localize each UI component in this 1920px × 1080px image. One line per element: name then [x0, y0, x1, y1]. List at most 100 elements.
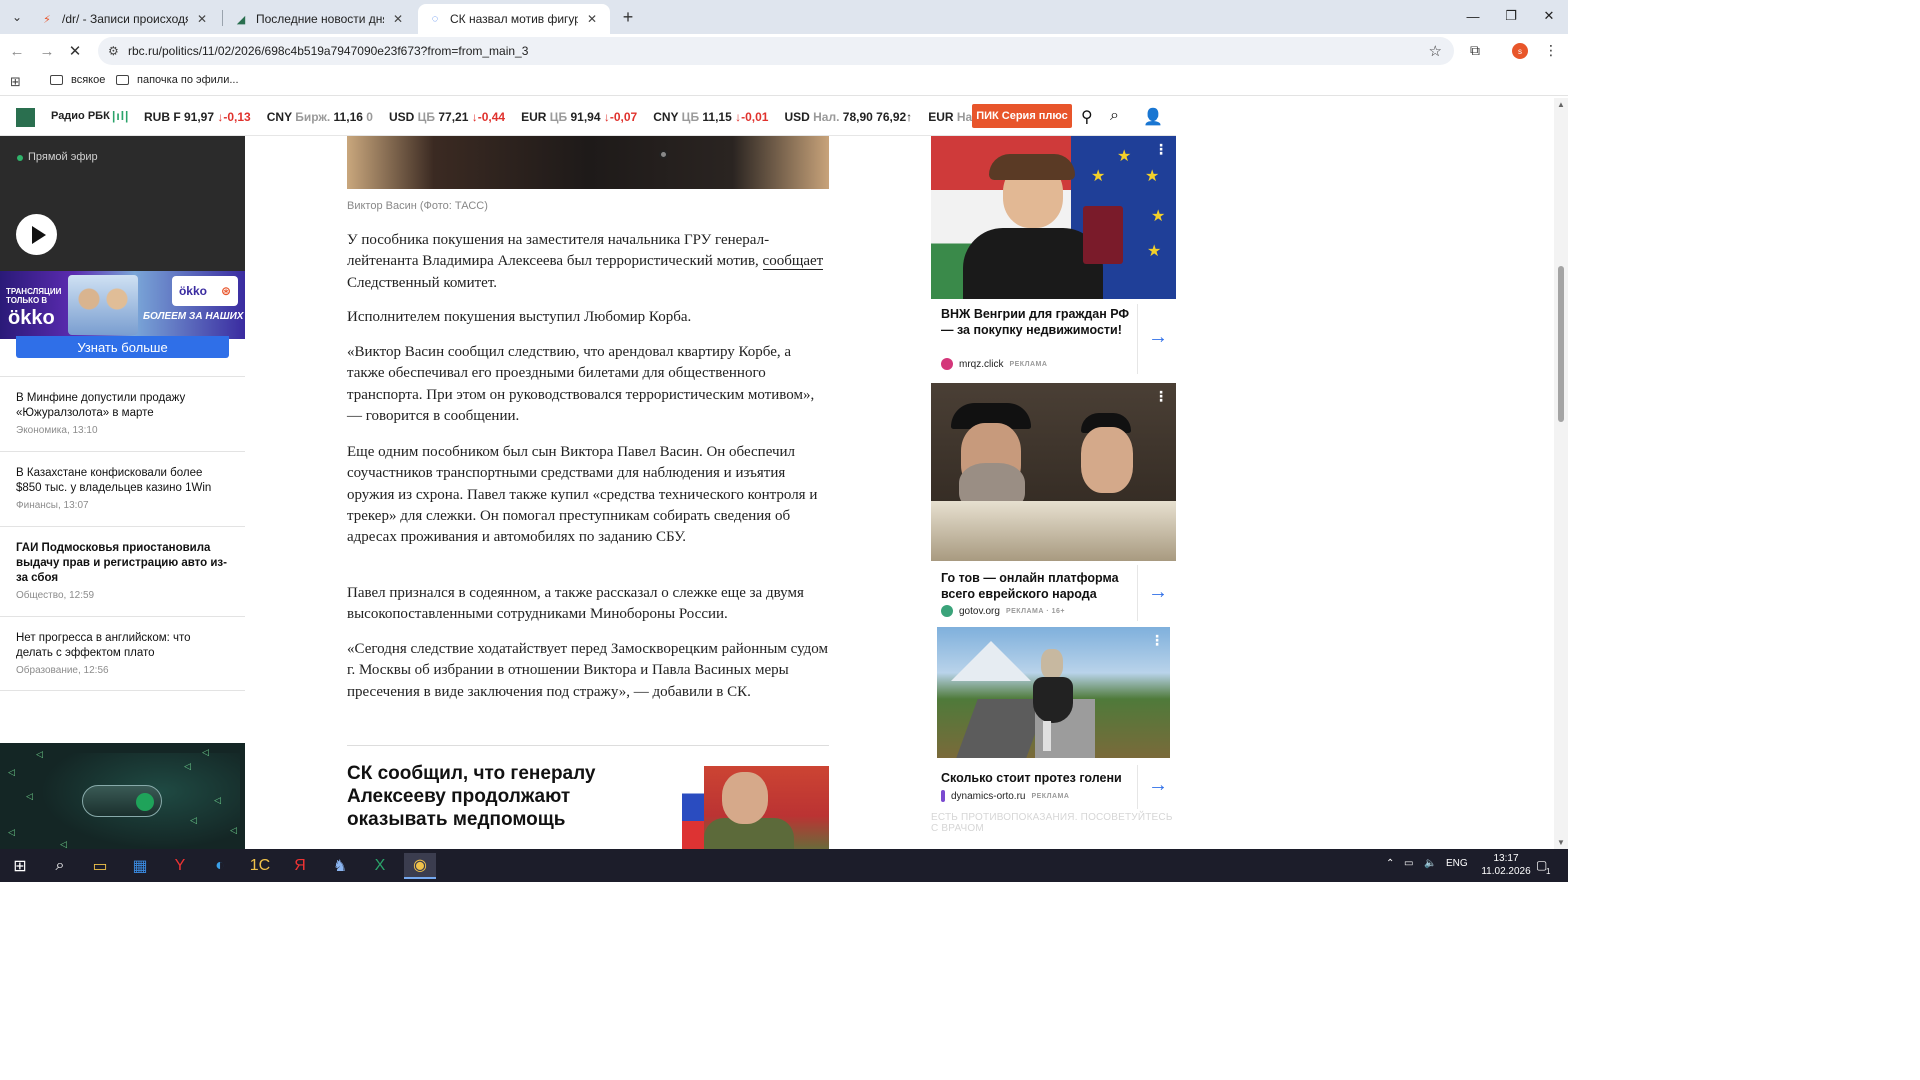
ticker-item[interactable]: EUR ЦБ 91,94 ↓-0,07	[521, 110, 637, 124]
radio-rbc-label[interactable]: Радио РБК	[51, 110, 110, 122]
profile-avatar[interactable]: s	[1512, 43, 1528, 59]
search-icon[interactable]: ⌕	[44, 853, 76, 879]
browser-tab-2[interactable]: ◢ Последние новости дня в Росс ✕	[224, 4, 416, 34]
news-list-item[interactable]: ГАИ Подмосковья приостановила выдачу пра…	[0, 526, 245, 616]
ad-card-hungary[interactable]: ★ ★ ★ ★ ★ ⋮ ВНЖ Венгрии для граждан РФ —…	[931, 136, 1176, 378]
ad-source: gotov.org РЕКЛАМА · 16+	[941, 605, 1065, 617]
browser-tab-1[interactable]: ⚡ /dr/ - Записи происходящего ✕	[30, 4, 220, 34]
ad-label: РЕКЛАМА	[1031, 792, 1070, 800]
play-button[interactable]	[16, 214, 57, 255]
scroll-up-icon[interactable]: ▲	[1557, 100, 1565, 109]
volume-muted-icon[interactable]: 🔈	[1424, 858, 1436, 869]
ticker-currency: USD	[388, 110, 418, 124]
scroll-thumb[interactable]	[1558, 266, 1564, 422]
bookmark-folder[interactable]: папочка по эфили...	[116, 74, 239, 86]
ticker-item[interactable]: RUB F 91,97 ↓-0,13	[144, 110, 251, 124]
radio-bars-icon[interactable]: |ıl|	[112, 109, 129, 123]
yandex-icon[interactable]: Я	[284, 853, 316, 879]
okko-badge: ökko ⊛	[172, 276, 238, 306]
ad-title: Сколько стоит протез голени	[941, 771, 1122, 785]
ticker-value: 78,90	[842, 110, 877, 124]
close-icon[interactable]: ✕	[194, 11, 210, 27]
new-tab-button[interactable]: +	[618, 7, 638, 27]
system-clock[interactable]: 13:17 11.02.2026	[1478, 852, 1534, 878]
close-window-button[interactable]: ✕	[1526, 0, 1572, 32]
ad-options-icon[interactable]: ⋮	[1150, 632, 1164, 649]
edge-icon[interactable]: ◐	[204, 853, 236, 879]
live-player: Прямой эфир	[0, 136, 245, 271]
source-link[interactable]: сообщает	[762, 253, 824, 271]
rbc-logo[interactable]	[16, 108, 35, 127]
back-button[interactable]: ←	[6, 40, 28, 62]
yandex-browser-icon[interactable]: Y	[164, 853, 196, 879]
ticker-source: Нал.	[813, 110, 843, 124]
language-indicator[interactable]: ENG	[1446, 858, 1468, 869]
ad-card-orto[interactable]: ⋮ Сколько стоит протез голени dynamics-o…	[931, 627, 1176, 813]
close-icon[interactable]: ✕	[390, 11, 406, 27]
browser-tab-3-active[interactable]: ◌ СК назвал мотив фигуранта де ✕	[418, 4, 610, 34]
news-list-item[interactable]: В Минфине допустили продажу «Южуралзолот…	[0, 376, 245, 451]
ad-source: mrqz.click РЕКЛАМА	[941, 358, 1047, 370]
star-icon: ★	[1145, 168, 1160, 185]
ad-options-icon[interactable]: ⋮	[1154, 388, 1168, 405]
notification-count: 1	[1546, 867, 1551, 876]
news-list-item[interactable]: В Казахстане конфисковали более $850 тыс…	[0, 451, 245, 526]
app-icon[interactable]: ♞	[324, 853, 356, 879]
related-article-title[interactable]: СК сообщил, что генералу Алексееву продо…	[347, 762, 667, 831]
news-meta: Экономика, 13:10	[16, 425, 98, 436]
1c-icon[interactable]: 1С	[244, 853, 276, 879]
bottom-left-ad[interactable]: ◁ ◁ ◁ ◁ ◁ ◁ ◁ ◁ ◁ ◁	[0, 743, 245, 849]
user-icon[interactable]: 👤	[1143, 107, 1163, 127]
stop-loading-button[interactable]: ✕	[64, 40, 86, 62]
ad-options-icon[interactable]: ⋮	[1154, 141, 1168, 158]
chrome-icon[interactable]: ◉	[404, 853, 436, 879]
paragraph-text: У пособника покушения на заместителя нач…	[347, 232, 770, 270]
news-list-item[interactable]: Нет прогресса в английском: что делать с…	[0, 616, 245, 691]
network-icon[interactable]: ▭	[1404, 858, 1413, 869]
book	[931, 501, 1176, 561]
browser-tabstrip: ⌄ ⚡ /dr/ - Записи происходящего ✕ ◢ Посл…	[0, 0, 1568, 34]
tray-expand-icon[interactable]: ⌃	[1386, 858, 1394, 869]
forward-button[interactable]: →	[36, 40, 58, 62]
excel-icon[interactable]: X	[364, 853, 396, 879]
pik-promo-button[interactable]: ПИК Серия плюс	[972, 104, 1072, 128]
related-article-image[interactable]	[682, 766, 829, 849]
ticker-item[interactable]: USD ЦБ 77,21 ↓-0,44	[389, 110, 505, 124]
ticker-item[interactable]: USD Нал. 78,90 76,92↑	[784, 110, 912, 124]
arrow-right-icon[interactable]: →	[1148, 774, 1168, 797]
ad-card-gotov[interactable]: ⋮ Го тов — онлайн платформа всего еврейс…	[931, 383, 1176, 625]
windows-start-icon[interactable]: ⊞	[4, 853, 36, 879]
search-icon[interactable]: ⌕	[1110, 107, 1119, 125]
scroll-down-icon[interactable]: ▼	[1557, 838, 1565, 847]
ticker-source: ЦБ	[681, 110, 703, 124]
page-scrollbar[interactable]: ▲ ▼	[1554, 98, 1568, 850]
ad-source: dynamics-orto.ru РЕКЛАМА	[941, 790, 1069, 802]
learn-more-button[interactable]: Узнать больше	[16, 336, 229, 358]
calculator-icon[interactable]: ▦	[124, 853, 156, 879]
ticker-value: 91,94	[570, 110, 604, 124]
tab-separator	[222, 10, 223, 26]
flag-image	[682, 766, 704, 849]
site-info-icon[interactable]: ⚙	[108, 44, 119, 58]
paragraph-text: Следственный комитет.	[347, 274, 498, 291]
okko-ad-banner[interactable]: ТРАНСЛЯЦИИ ТОЛЬКО В ökko ökko ⊛ БОЛЕЕМ ЗА…	[0, 271, 245, 339]
arrow-right-icon[interactable]: →	[1148, 581, 1168, 604]
ad-title: Го тов — онлайн платформа всего еврейско…	[941, 571, 1119, 601]
bookmark-folder[interactable]: всякое	[50, 74, 105, 86]
article-paragraph: Исполнителем покушения выступил Любомир …	[347, 309, 692, 325]
ticker-item[interactable]: CNY ЦБ 11,15 ↓-0,01	[653, 110, 768, 124]
ticker-item[interactable]: CNY Бирж. 11,16 0	[267, 110, 373, 124]
medical-warning: ЕСТЬ ПРОТИВОПОКАЗАНИЯ. ПОСОВЕТУЙТЕСЬ С В…	[931, 812, 1173, 834]
ticker-change: ↓-0,07	[603, 110, 638, 124]
tab-list-button[interactable]: ⌄	[6, 6, 28, 28]
location-pin-icon[interactable]: ⚲	[1081, 107, 1093, 127]
browser-toolbar: ← → ✕ ⚙ rbc.ru/politics/11/02/2026/698c4…	[0, 34, 1568, 68]
address-bar[interactable]: ⚙ rbc.ru/politics/11/02/2026/698c4b519a7…	[98, 37, 1454, 65]
browser-menu-icon[interactable]: ⋮	[1544, 42, 1558, 59]
file-explorer-icon[interactable]: ▭	[84, 853, 116, 879]
bookmark-star-icon[interactable]: ☆	[1429, 42, 1442, 60]
extensions-icon[interactable]: ⧉	[1470, 42, 1480, 59]
apps-grid-icon[interactable]: ⊞	[10, 74, 21, 90]
close-icon[interactable]: ✕	[584, 11, 600, 27]
arrow-right-icon[interactable]: →	[1148, 326, 1168, 349]
